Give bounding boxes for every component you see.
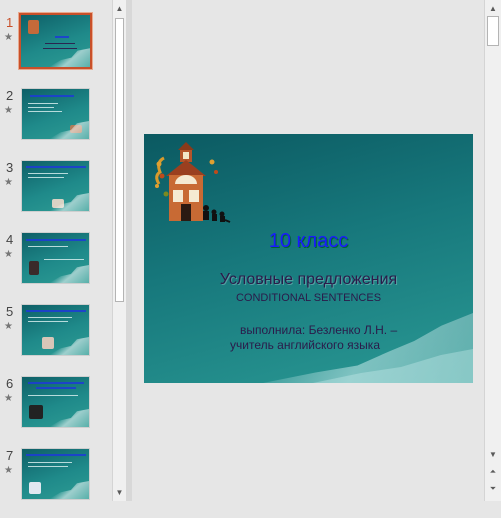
thumbnail-image [42,337,54,349]
slide-subtitle[interactable]: Условные предложения [144,271,473,289]
slide-author-line[interactable]: учитель английского языка [230,338,380,352]
scrollbar-thumb[interactable] [115,18,124,302]
slide-subtitle-english[interactable]: CONDITIONAL SENTENCES [144,292,473,304]
animation-star-icon: ★ [4,105,13,116]
slide-number: 1 [6,15,14,30]
school-house-icon [28,20,39,34]
animation-star-icon: ★ [4,393,13,404]
slide-thumbnail-item-4[interactable]: 4 ★ [0,232,112,302]
slide-thumbnail-item-2[interactable]: 2 ★ [0,88,112,158]
slide-thumbnail[interactable] [18,12,93,70]
scroll-down-arrow-icon[interactable]: ▼ [113,486,126,500]
animation-star-icon: ★ [4,32,13,43]
school-house-icon [155,142,231,223]
animation-star-icon: ★ [4,321,13,332]
thumbnail-image [29,405,43,419]
slide-thumbnail-item-6[interactable]: 6 ★ [0,376,112,446]
scroll-up-arrow-icon[interactable]: ▲ [113,2,126,16]
slide-number: 7 [6,448,14,463]
slide-thumbnail-pane: 1 ★ 2 ★ 3 ★ 4 ★ 5 ★ 6 ★ 7 ★ [0,0,112,501]
slide-number: 4 [6,232,14,247]
slide-thumbnail-item-1[interactable]: 1 ★ [0,12,112,85]
slide-thumbnail[interactable] [21,88,90,140]
slide-number: 2 [6,88,14,103]
animation-star-icon: ★ [4,465,13,476]
thumbnail-image [29,261,39,275]
scroll-up-arrow-icon[interactable]: ▲ [485,2,501,16]
slide-thumbnail[interactable] [21,448,90,500]
thumbnail-image [29,482,41,494]
previous-slide-icon[interactable]: ⏶ [485,465,501,479]
slide-thumbnail-item-3[interactable]: 3 ★ [0,160,112,230]
slide-number: 5 [6,304,14,319]
thumbnail-scrollbar[interactable]: ▲ ▼ [112,0,126,501]
slide-number: 6 [6,376,14,391]
slide-thumbnail[interactable] [21,376,90,428]
slide-canvas[interactable]: 10 класс Условные предложения CONDITIONA… [144,134,473,383]
slide-title[interactable]: 10 класс [144,230,473,253]
slide-thumbnail[interactable] [21,160,90,212]
animation-star-icon: ★ [4,177,13,188]
main-scrollbar[interactable]: ▲ ▼ ⏶ ⏷ [484,0,501,501]
animation-star-icon: ★ [4,249,13,260]
slide-thumbnail-item-5[interactable]: 5 ★ [0,304,112,374]
slide-thumbnail[interactable] [21,304,90,356]
scroll-down-arrow-icon[interactable]: ▼ [485,448,501,462]
slide-number: 3 [6,160,14,175]
next-slide-icon[interactable]: ⏷ [485,482,501,496]
slide-thumbnail-item-7[interactable]: 7 ★ [0,448,112,518]
slide-author-line[interactable]: выполнила: Безленко Л.Н. – [240,323,397,337]
scrollbar-thumb[interactable] [487,16,499,46]
slide-thumbnail[interactable] [21,232,90,284]
